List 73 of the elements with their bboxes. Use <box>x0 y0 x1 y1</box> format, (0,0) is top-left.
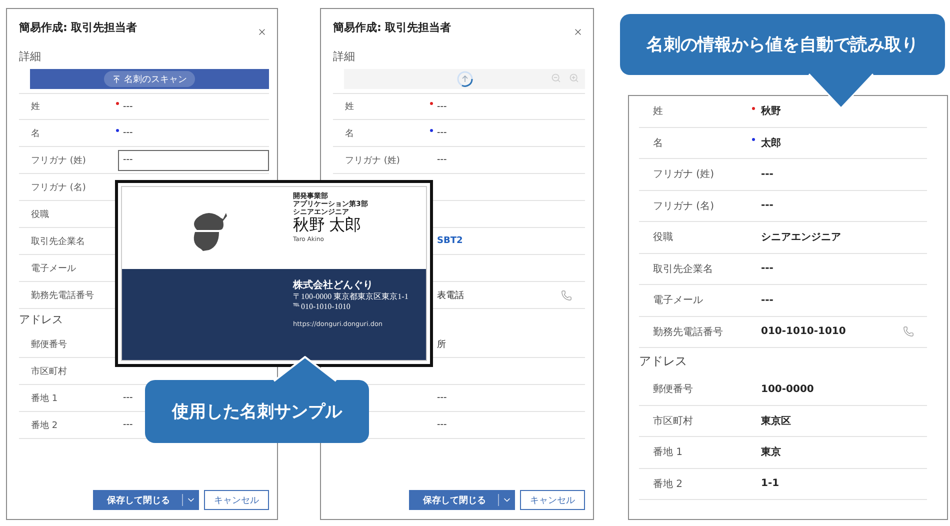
phone-icon[interactable] <box>903 326 914 338</box>
card-name: 秋野 太郎 <box>293 216 362 236</box>
field-value: --- <box>123 393 134 403</box>
scan-card-button[interactable]: 名刺のスキャン <box>104 71 195 87</box>
field-value: 表電話 <box>437 290 465 302</box>
dialog-title: 簡易作成: 取引先担当者 <box>333 20 452 34</box>
field-label: 番地 2 <box>31 420 59 432</box>
field-value: 1-1 <box>761 478 780 490</box>
field-value: 東京区 <box>761 414 792 428</box>
section-heading: アドレス <box>639 353 688 370</box>
field-label: フリガナ (姓) <box>653 168 715 182</box>
field-label: 名 <box>31 128 41 140</box>
field-value: --- <box>761 294 774 306</box>
field-label: 市区町村 <box>653 414 694 428</box>
field-label: 郵便番号 <box>31 338 68 350</box>
field-label: 名 <box>345 128 355 140</box>
field-value: --- <box>437 420 448 430</box>
field-value: 010-1010-1010 <box>761 326 847 338</box>
cancel-button[interactable]: キャンセル <box>520 490 585 510</box>
field-label: 市区町村 <box>31 366 68 378</box>
section-title: 詳細 <box>19 49 42 65</box>
field-label: 役職 <box>31 208 50 220</box>
field-label: 取引先企業名 <box>653 262 714 276</box>
field-label: 姓 <box>653 105 664 118</box>
field-label: 番地 1 <box>31 392 59 404</box>
field-value: 秋野 <box>761 104 782 118</box>
field-label: 勤務先電話番号 <box>31 290 95 302</box>
save-and-close-button[interactable]: 保存して閉じる <box>93 490 199 510</box>
section-heading: アドレス <box>19 312 64 328</box>
phone-icon[interactable] <box>561 290 572 300</box>
card-company: 株式会社どんぐり <box>293 279 374 292</box>
field-label: 番地 2 <box>653 478 684 491</box>
field-value: --- <box>437 128 448 138</box>
field-value: 所 <box>437 338 447 350</box>
field-value: --- <box>123 102 134 112</box>
field-label: フリガナ (姓) <box>345 154 401 166</box>
dialog-title: 簡易作成: 取引先担当者 <box>19 20 138 34</box>
card-phone: ℡ 010-1010-1010 <box>293 302 352 312</box>
field-label: 電子メール <box>653 294 704 308</box>
field-label: フリガナ (名) <box>31 182 87 194</box>
field-label: 電子メール <box>31 262 77 274</box>
field-value: 太郎 <box>761 136 782 150</box>
field-label: 役職 <box>653 230 674 244</box>
loading-spinner-icon <box>456 70 474 88</box>
field-value: --- <box>437 155 448 165</box>
field-label: 取引先企業名 <box>31 236 86 248</box>
field-value: --- <box>437 102 448 112</box>
close-button[interactable] <box>573 27 583 37</box>
card-address: 〒100-0000 東京都東京区東京1-1 <box>293 292 410 302</box>
field-value: シニアエンジニア <box>761 231 842 244</box>
field-value: 100-0000 <box>761 384 815 395</box>
field-value: --- <box>761 168 774 180</box>
field-label: 姓 <box>31 100 41 113</box>
field-label: フリガナ (名) <box>653 200 715 213</box>
field-link[interactable]: SBT2 <box>437 236 561 246</box>
field-label: 勤務先電話番号 <box>653 326 724 339</box>
field-value: --- <box>761 263 774 274</box>
field-value: --- <box>123 420 134 430</box>
input-field[interactable]: --- <box>118 150 269 170</box>
field-value: 東京 <box>761 445 782 460</box>
field-label: 名 <box>653 136 664 150</box>
field-value: --- <box>437 393 448 403</box>
field-label: 番地 1 <box>653 446 684 460</box>
section-title: 詳細 <box>333 49 356 65</box>
save-and-close-button[interactable]: 保存して閉じる <box>409 490 515 510</box>
close-button[interactable] <box>257 27 267 37</box>
field-label: 姓 <box>345 100 355 113</box>
field-label: フリガナ (姓) <box>31 154 87 166</box>
field-value: --- <box>761 200 774 212</box>
upload-icon <box>112 74 121 84</box>
field-value: --- <box>123 128 134 138</box>
field-label: 郵便番号 <box>653 382 694 396</box>
cancel-button[interactable]: キャンセル <box>204 490 269 510</box>
